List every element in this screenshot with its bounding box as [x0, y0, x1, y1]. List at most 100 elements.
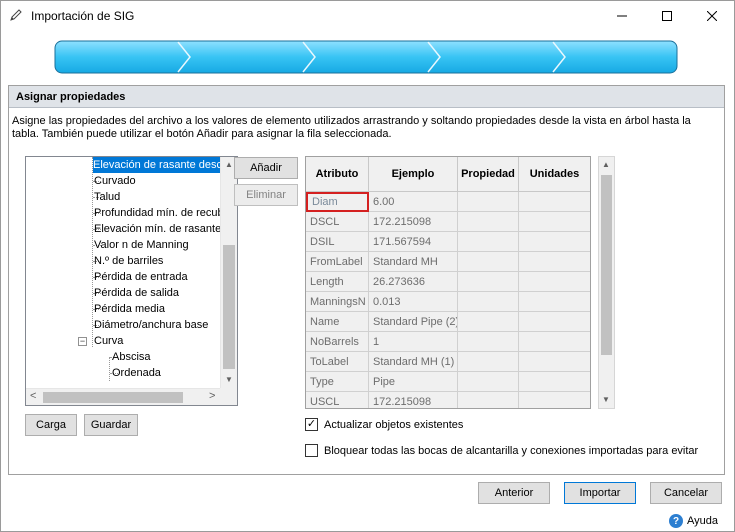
- grid-cell-units[interactable]: [519, 192, 590, 212]
- previous-button[interactable]: Anterior: [478, 482, 550, 504]
- section-header: Asignar propiedades: [9, 86, 724, 108]
- grid-cell-attribute[interactable]: Diam: [306, 192, 369, 212]
- grid-cell-attribute[interactable]: Type: [306, 372, 369, 392]
- help-label: Ayuda: [687, 515, 718, 527]
- grid-cell-attribute[interactable]: DSCL: [306, 212, 369, 232]
- grid-cell-property[interactable]: [458, 372, 519, 392]
- grid-cell-attribute[interactable]: DSIL: [306, 232, 369, 252]
- grid-cell-units[interactable]: [519, 372, 590, 392]
- tree-item[interactable]: Elevación de rasante desc: [93, 157, 223, 173]
- grid-cell-property[interactable]: [458, 352, 519, 372]
- tree-item[interactable]: Ordenada: [112, 365, 161, 381]
- tree-item[interactable]: Curva: [94, 333, 123, 349]
- grid-cell-example: Standard MH: [369, 252, 458, 272]
- maximize-button[interactable]: [644, 1, 689, 31]
- grid-cell-property[interactable]: [458, 212, 519, 232]
- grid-cell-example: 0.013: [369, 292, 458, 312]
- save-button[interactable]: Guardar: [84, 414, 138, 436]
- grid-cell-units[interactable]: [519, 352, 590, 372]
- close-icon: [706, 11, 717, 21]
- cancel-button[interactable]: Cancelar: [650, 482, 722, 504]
- maximize-icon: [661, 11, 672, 21]
- scroll-left-icon[interactable]: <: [30, 390, 36, 402]
- grid-cell-example: Standard Pipe (2): [369, 312, 458, 332]
- close-button[interactable]: [689, 1, 734, 31]
- grid-cell-attribute[interactable]: Name: [306, 312, 369, 332]
- grid-header-units[interactable]: Unidades: [519, 157, 590, 192]
- grid-cell-example: Standard MH (1): [369, 352, 458, 372]
- section-description: Asigne las propiedades del archivo a los…: [12, 115, 691, 140]
- update-existing-checkbox[interactable]: ✓: [305, 418, 318, 431]
- grid-cell-units[interactable]: [519, 272, 590, 292]
- grid-cell-property[interactable]: [458, 272, 519, 292]
- grid-cell-example: 172.215098: [369, 212, 458, 232]
- tree-item[interactable]: Talud: [94, 189, 120, 205]
- grid-cell-property[interactable]: [458, 192, 519, 212]
- tree-item[interactable]: Valor n de Manning: [94, 237, 189, 253]
- assign-properties-panel: Asignar propiedades Asigne las propiedad…: [8, 85, 725, 475]
- scroll-down-icon[interactable]: ▼: [225, 375, 233, 384]
- grid-cell-attribute[interactable]: FromLabel: [306, 252, 369, 272]
- grid-cell-units[interactable]: [519, 212, 590, 232]
- update-existing-label: Actualizar objetos existentes: [324, 419, 464, 431]
- pencil-app-icon: [10, 9, 22, 21]
- help-link[interactable]: ? Ayuda: [669, 514, 718, 528]
- grid-cell-example: Pipe: [369, 372, 458, 392]
- property-mapping-grid[interactable]: Atributo Ejemplo Propiedad Unidades Diam…: [305, 156, 591, 409]
- tree-item[interactable]: Diámetro/anchura base: [94, 317, 208, 333]
- help-icon: ?: [669, 514, 683, 528]
- load-button[interactable]: Carga: [25, 414, 77, 436]
- grid-scroll-up-icon[interactable]: ▲: [602, 160, 610, 169]
- grid-header-attribute[interactable]: Atributo: [306, 157, 369, 192]
- tree-item[interactable]: Pérdida de entrada: [94, 269, 188, 285]
- grid-cell-units[interactable]: [519, 232, 590, 252]
- minimize-button[interactable]: [599, 1, 644, 31]
- grid-cell-example: 1: [369, 332, 458, 352]
- add-button[interactable]: Añadir: [234, 157, 298, 179]
- grid-cell-attribute[interactable]: Length: [306, 272, 369, 292]
- tree-item[interactable]: Pérdida media: [94, 301, 165, 317]
- grid-header-property[interactable]: Propiedad: [458, 157, 519, 192]
- window-title: Importación de SIG: [31, 9, 135, 23]
- tree-horizontal-thumb[interactable]: [43, 392, 183, 403]
- property-tree-view[interactable]: − Elevación de rasante desc Curvado Talu…: [25, 156, 238, 406]
- grid-cell-units[interactable]: [519, 332, 590, 352]
- scroll-corner: [220, 388, 237, 405]
- minimize-icon: [616, 15, 627, 17]
- grid-cell-property[interactable]: [458, 292, 519, 312]
- tree-horizontal-scrollbar[interactable]: < >: [26, 388, 221, 405]
- tree-item[interactable]: Elevación mín. de rasante: [94, 221, 221, 237]
- grid-cell-units[interactable]: [519, 252, 590, 272]
- grid-cell-units[interactable]: [519, 292, 590, 312]
- grid-vertical-thumb[interactable]: [601, 175, 612, 355]
- grid-cell-attribute[interactable]: USCL: [306, 392, 369, 408]
- collapse-curva-icon[interactable]: −: [78, 337, 87, 346]
- grid-cell-attribute[interactable]: ManningsN: [306, 292, 369, 312]
- grid-cell-property[interactable]: [458, 232, 519, 252]
- grid-cell-units[interactable]: [519, 392, 590, 408]
- lock-inlets-checkbox[interactable]: [305, 444, 318, 457]
- scroll-right-icon[interactable]: >: [209, 390, 215, 402]
- grid-header-example[interactable]: Ejemplo: [369, 157, 458, 192]
- grid-vertical-scrollbar[interactable]: ▲ ▼: [598, 156, 615, 409]
- grid-cell-attribute[interactable]: ToLabel: [306, 352, 369, 372]
- scroll-up-icon[interactable]: ▲: [225, 160, 233, 169]
- remove-button[interactable]: Eliminar: [234, 184, 298, 206]
- section-title: Asignar propiedades: [16, 91, 126, 103]
- tree-item[interactable]: Pérdida de salida: [94, 285, 179, 301]
- tree-item[interactable]: N.º de barriles: [94, 253, 163, 269]
- grid-cell-property[interactable]: [458, 312, 519, 332]
- import-button[interactable]: Importar: [564, 482, 636, 504]
- tree-item[interactable]: Curvado: [94, 173, 136, 189]
- tree-item[interactable]: Abscisa: [112, 349, 151, 365]
- grid-cell-units[interactable]: [519, 312, 590, 332]
- grid-scroll-down-icon[interactable]: ▼: [602, 395, 610, 404]
- tree-vertical-thumb[interactable]: [223, 245, 235, 369]
- grid-cell-property[interactable]: [458, 332, 519, 352]
- grid-cell-example: 6.00: [369, 192, 458, 212]
- wizard-progress-bar: [54, 40, 678, 74]
- grid-cell-attribute[interactable]: NoBarrels: [306, 332, 369, 352]
- grid-cell-property[interactable]: [458, 252, 519, 272]
- grid-cell-property[interactable]: [458, 392, 519, 408]
- tree-item[interactable]: Profundidad mín. de recub: [94, 205, 224, 221]
